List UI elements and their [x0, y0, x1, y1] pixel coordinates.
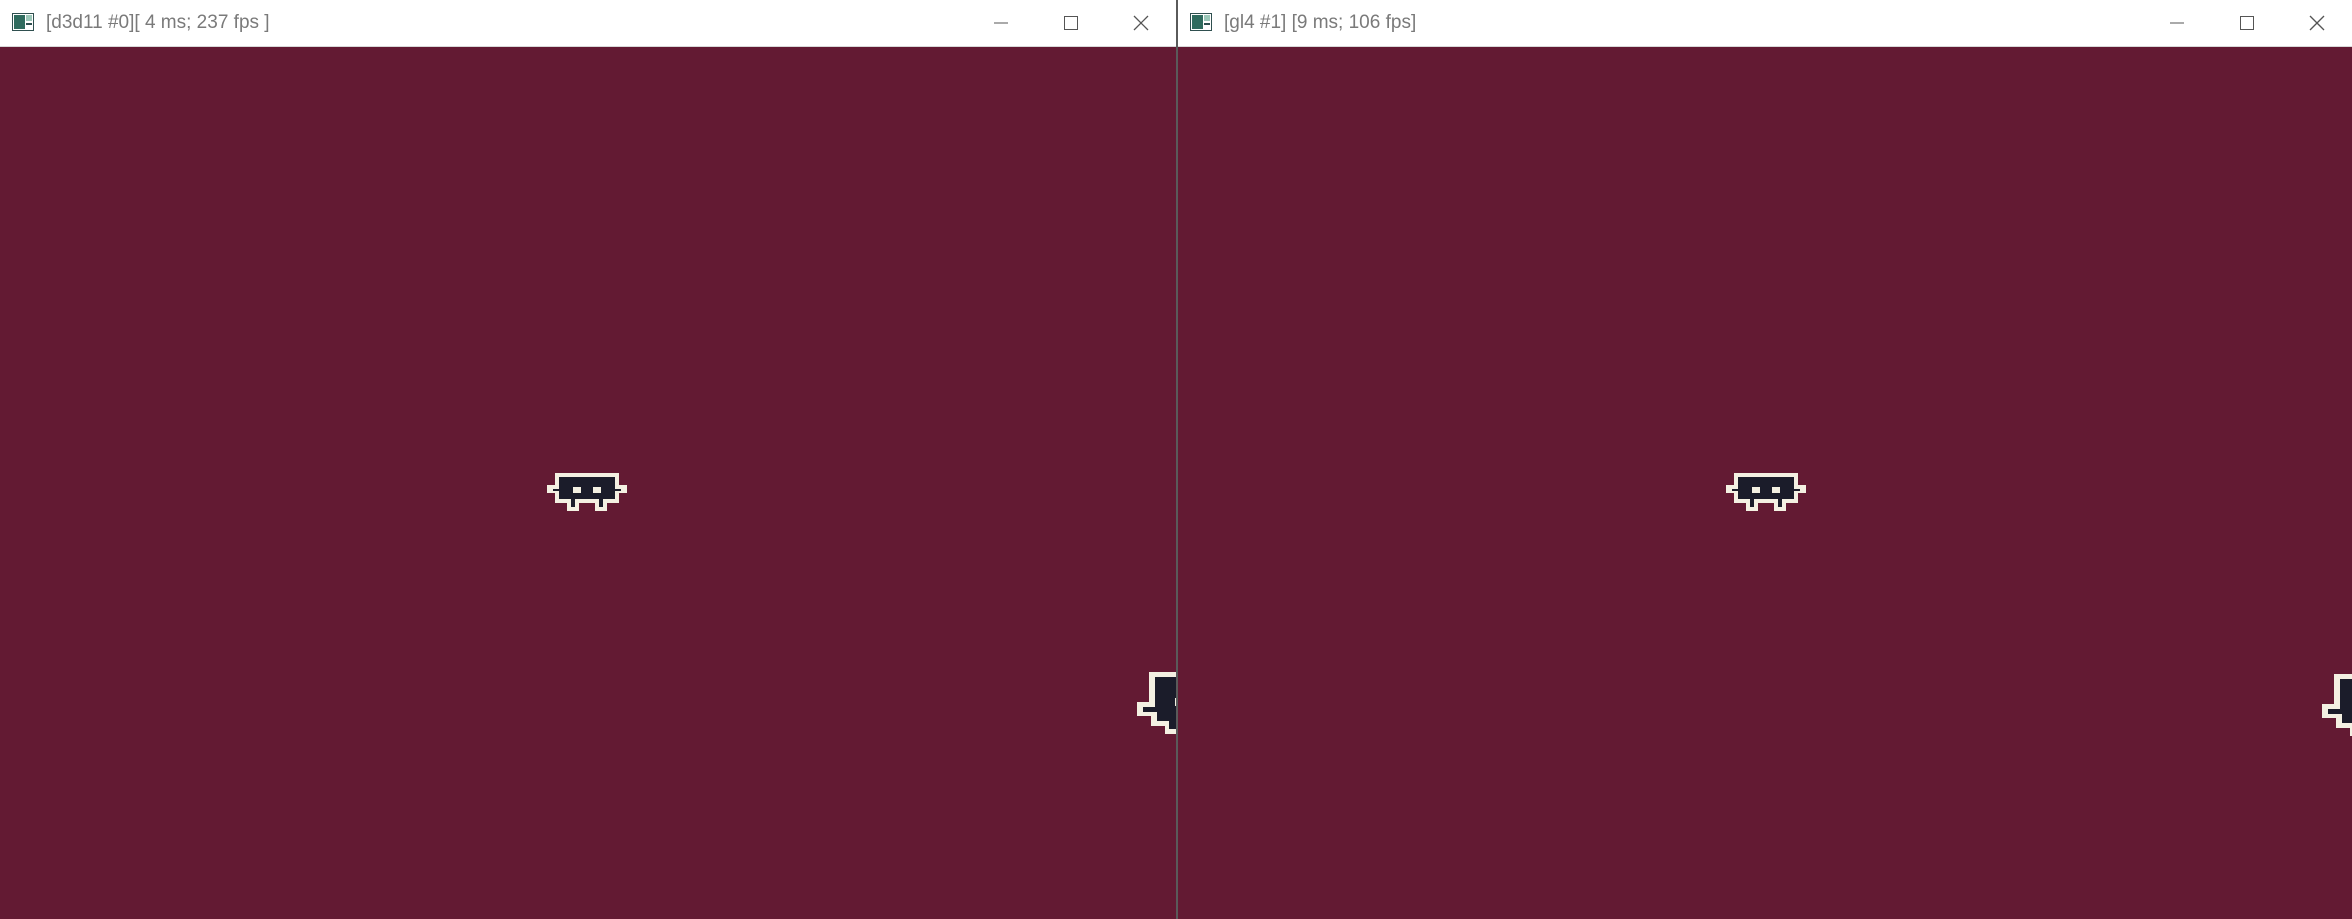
close-button[interactable]	[2282, 0, 2352, 46]
maximize-button[interactable]	[2212, 0, 2282, 46]
app-icon	[12, 13, 34, 31]
close-button[interactable]	[1106, 0, 1176, 46]
title-bar[interactable]: [d3d11 #0][ 4 ms; 237 fps ]	[0, 0, 1176, 47]
minimize-icon	[2170, 22, 2184, 24]
maximize-button[interactable]	[1036, 0, 1106, 46]
window-d3d11[interactable]: [d3d11 #0][ 4 ms; 237 fps ]	[0, 0, 1176, 919]
sprite-character-partial	[2322, 674, 2352, 736]
minimize-button[interactable]	[2142, 0, 2212, 46]
sprite-character-partial	[1137, 672, 1176, 734]
sprite-character	[1726, 473, 1806, 511]
app-icon	[1190, 13, 1212, 31]
maximize-icon	[2240, 16, 2254, 30]
window-title: [d3d11 #0][ 4 ms; 237 fps ]	[46, 12, 270, 33]
sprite-character	[547, 473, 627, 511]
render-viewport[interactable]	[0, 47, 1176, 919]
close-icon	[2309, 15, 2325, 31]
render-viewport[interactable]	[1178, 47, 2352, 919]
minimize-button[interactable]	[966, 0, 1036, 46]
maximize-icon	[1064, 16, 1078, 30]
minimize-icon	[994, 22, 1008, 24]
window-title: [gl4 #1] [9 ms; 106 fps]	[1224, 12, 1417, 33]
window-gl4[interactable]: [gl4 #1] [9 ms; 106 fps]	[1176, 0, 2352, 919]
title-bar[interactable]: [gl4 #1] [9 ms; 106 fps]	[1178, 0, 2352, 47]
close-icon	[1133, 15, 1149, 31]
